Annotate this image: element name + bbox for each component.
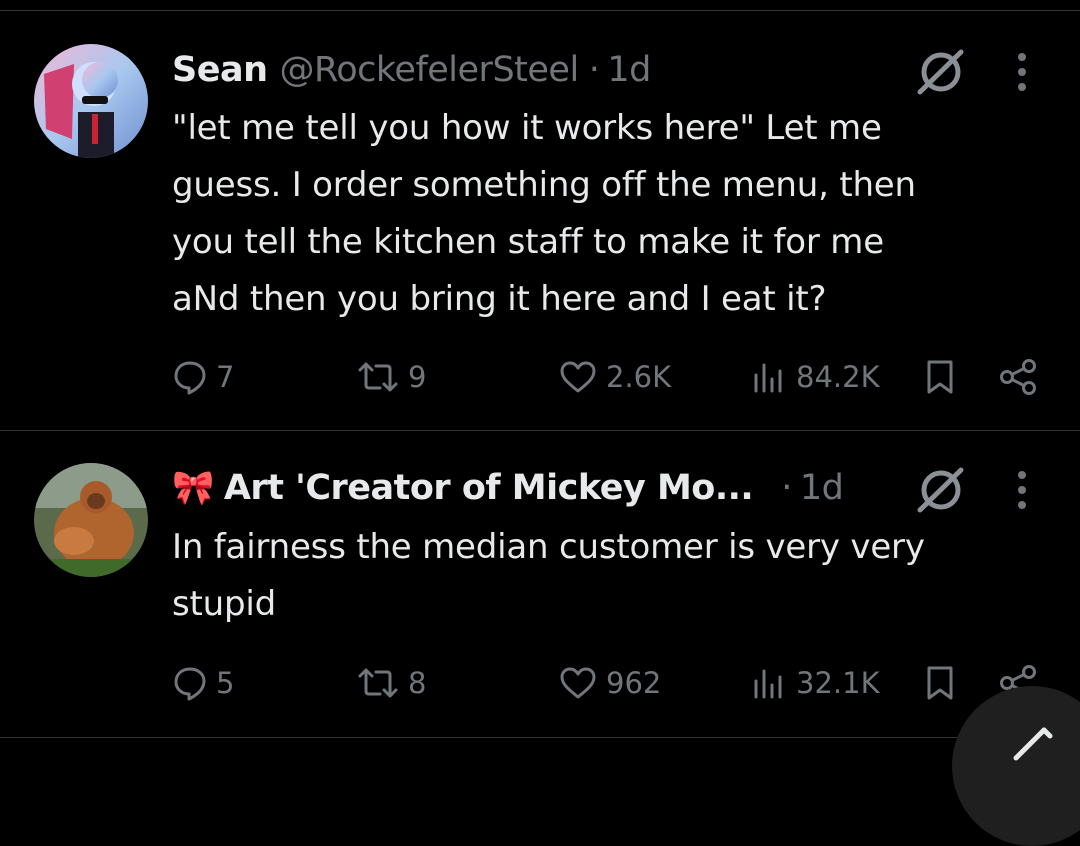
- top-divider: [0, 10, 1080, 11]
- repost-icon: [358, 362, 398, 392]
- repost-count: 9: [408, 360, 427, 394]
- repost-button[interactable]: 9: [356, 355, 426, 399]
- post-text: "let me tell you how it works here" Let …: [172, 100, 1052, 328]
- post-divider: [0, 430, 1080, 431]
- repost-button[interactable]: 8: [356, 661, 426, 705]
- ribbon-emoji: 🎀: [172, 468, 214, 508]
- more-icon[interactable]: [1016, 470, 1028, 510]
- compose-button[interactable]: [952, 686, 1080, 846]
- text-line: stupid: [172, 584, 277, 624]
- share-icon: [1000, 359, 1036, 395]
- text-line: "let me tell you how it works here" Let …: [172, 108, 882, 148]
- post-header: 🎀 Art 'Creator of Mickey Mo... · 1d: [172, 463, 844, 513]
- bookmark-button[interactable]: [924, 355, 956, 399]
- views-button[interactable]: 32.1K: [748, 661, 880, 705]
- text-line: aNd then you bring it here and I eat it?: [172, 279, 827, 319]
- reply-count: 5: [216, 666, 235, 700]
- like-count: 2.6K: [606, 360, 672, 394]
- avatar-image: [34, 463, 148, 577]
- views-icon: [754, 669, 782, 699]
- views-count: 32.1K: [796, 666, 880, 700]
- repost-icon: [358, 668, 398, 698]
- share-button[interactable]: [998, 355, 1040, 399]
- views-count: 84.2K: [796, 360, 880, 394]
- views-button[interactable]: 84.2K: [748, 355, 880, 399]
- avatar-image: [34, 44, 148, 158]
- like-button[interactable]: 2.6K: [558, 355, 671, 399]
- separator-dot: ·: [588, 50, 600, 90]
- text-line: guess. I order something off the menu, t…: [172, 165, 916, 205]
- bookmark-button[interactable]: [924, 661, 956, 705]
- bookmark-icon: [927, 666, 953, 700]
- post-header: Sean @RockefelerSteel · 1d: [172, 45, 651, 95]
- separator-dot: ·: [781, 468, 792, 508]
- reply-count: 7: [216, 360, 235, 394]
- reply-button[interactable]: 5: [172, 661, 234, 705]
- text-line: In fairness the median customer is very …: [172, 527, 925, 567]
- author-name[interactable]: Art 'Creator of Mickey Mo...: [224, 468, 754, 508]
- grok-icon[interactable]: [914, 46, 966, 98]
- reply-button[interactable]: 7: [172, 355, 234, 399]
- like-icon: [560, 667, 596, 699]
- author-handle[interactable]: @RockefelerSteel: [279, 50, 579, 90]
- repost-count: 8: [408, 666, 427, 700]
- views-icon: [754, 363, 782, 393]
- avatar[interactable]: [34, 463, 148, 577]
- bookmark-icon: [927, 360, 953, 394]
- like-icon: [560, 361, 596, 393]
- post-time[interactable]: 1d: [607, 50, 651, 90]
- author-name[interactable]: Sean: [172, 50, 268, 90]
- reply-icon: [174, 667, 206, 701]
- bottom-divider: [0, 737, 1080, 738]
- more-icon[interactable]: [1016, 52, 1028, 92]
- post-time[interactable]: 1d: [800, 468, 844, 508]
- reply-icon: [174, 361, 206, 395]
- text-line: you tell the kitchen staff to make it fo…: [172, 222, 884, 262]
- post-text: In fairness the median customer is very …: [172, 519, 1052, 633]
- compose-icon: [1013, 727, 1053, 761]
- like-count: 962: [606, 666, 662, 700]
- avatar[interactable]: [34, 44, 148, 158]
- like-button[interactable]: 962: [558, 661, 661, 705]
- grok-icon[interactable]: [914, 464, 966, 516]
